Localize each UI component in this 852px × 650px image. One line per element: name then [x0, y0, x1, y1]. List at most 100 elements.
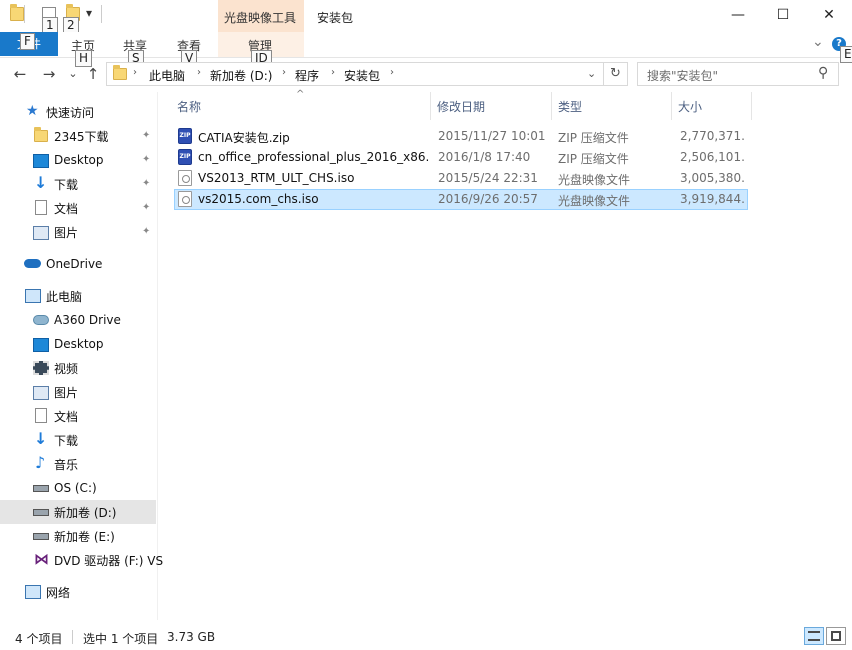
breadcrumb-separator[interactable]: ›: [197, 67, 201, 78]
refresh-button[interactable]: ↻: [604, 62, 628, 86]
nav-desktop[interactable]: Desktop: [0, 332, 156, 356]
address-bar[interactable]: › 此电脑 › 新加卷 (D:) › 程序 › 安装包 › ⌄: [106, 62, 604, 86]
breadcrumb-separator[interactable]: ›: [133, 67, 137, 78]
nav-label: 视频: [54, 361, 79, 376]
nav-drive-e[interactable]: 新加卷 (E:): [0, 524, 156, 548]
item-count: 4 个项目: [15, 632, 63, 646]
nav-label: 2345下载: [54, 129, 109, 144]
nav-label: 下载: [54, 177, 79, 192]
nav-documents[interactable]: 文档: [0, 404, 156, 428]
breadcrumb-drive-d[interactable]: 新加卷 (D:): [210, 67, 272, 84]
breadcrumb-separator[interactable]: ›: [282, 67, 286, 78]
nav-label: 新加卷 (E:): [54, 529, 115, 544]
close-icon: ✕: [823, 7, 835, 23]
up-button[interactable]: ↑: [82, 65, 104, 83]
nav-dvd-f[interactable]: ⋈ DVD 驱动器 (F:) VS: [0, 548, 163, 572]
nav-a360-drive[interactable]: A360 Drive: [0, 308, 156, 332]
large-icons-view-button[interactable]: [826, 627, 846, 645]
nav-desktop-pinned[interactable]: Desktop ✦: [0, 148, 156, 172]
folder-icon: [113, 65, 127, 80]
nav-label: 新加卷 (D:): [54, 505, 117, 520]
nav-drive-d[interactable]: 新加卷 (D:): [0, 500, 156, 524]
nav-label: 图片: [54, 385, 79, 400]
file-type: 光盘映像文件: [558, 194, 631, 208]
minimize-button[interactable]: —: [715, 0, 761, 30]
nav-label: OneDrive: [46, 257, 103, 271]
a360-icon: [33, 315, 49, 325]
pin-icon: ✦: [142, 226, 151, 237]
nav-videos[interactable]: 视频: [0, 356, 156, 380]
download-icon: ↓: [34, 173, 48, 192]
file-type: ZIP 压缩文件: [558, 152, 629, 166]
column-divider[interactable]: [671, 92, 672, 120]
file-name: CATIA安装包.zip: [198, 131, 290, 145]
file-row-selected[interactable]: vs2015.com_chs.iso 2016/9/26 20:57 光盘映像文…: [174, 189, 748, 210]
maximize-button[interactable]: ☐: [760, 0, 806, 30]
collapse-ribbon-icon[interactable]: ⌄: [812, 34, 824, 50]
nav-pictures-pinned[interactable]: 图片 ✦: [0, 220, 156, 244]
computer-icon: [25, 289, 41, 303]
close-button[interactable]: ✕: [806, 0, 852, 30]
pin-icon: ✦: [142, 130, 151, 141]
file-row[interactable]: VS2013_RTM_ULT_CHS.iso 2015/5/24 22:31 光…: [174, 168, 748, 189]
separator: [101, 5, 102, 23]
context-tab-title: 光盘映像工具: [224, 11, 297, 25]
breadcrumb-install-packages[interactable]: 安装包: [344, 67, 380, 84]
column-header-type[interactable]: 类型: [558, 98, 582, 115]
nav-documents-pinned[interactable]: 文档 ✦: [0, 196, 156, 220]
recent-locations-button[interactable]: ⌄: [62, 67, 84, 80]
column-divider[interactable]: [551, 92, 552, 120]
nav-2345-download[interactable]: 2345下载 ✦: [0, 124, 156, 148]
column-header-name[interactable]: 名称: [177, 98, 201, 115]
column-divider[interactable]: [430, 92, 431, 120]
nav-downloads[interactable]: ↓ 下载: [0, 428, 156, 452]
qat-dropdown-icon[interactable]: ▾: [86, 6, 92, 20]
iso-icon: [178, 170, 192, 186]
forward-button[interactable]: →: [38, 65, 60, 83]
nav-pictures[interactable]: 图片: [0, 380, 156, 404]
os-drive-icon: [33, 485, 49, 492]
zip-icon: ZIP: [178, 149, 192, 165]
address-dropdown-icon[interactable]: ⌄: [587, 67, 596, 80]
breadcrumb-programs[interactable]: 程序: [295, 67, 319, 84]
breadcrumb-separator[interactable]: ›: [390, 67, 394, 78]
file-date: 2016/1/8 17:40: [438, 150, 531, 164]
file-row[interactable]: ZIP cn_office_professional_plus_2016_x86…: [174, 147, 748, 168]
back-button[interactable]: ←: [9, 65, 31, 83]
column-header-date[interactable]: 修改日期: [437, 98, 485, 115]
zip-icon: ZIP: [178, 128, 192, 144]
cloud-icon: [24, 259, 41, 268]
file-row[interactable]: ZIP CATIA安装包.zip 2015/11/27 10:01 ZIP 压缩…: [174, 126, 748, 147]
selection-size: 3.73 GB: [167, 630, 216, 644]
search-input[interactable]: 搜索"安装包": [647, 67, 718, 84]
nav-label: 文档: [54, 201, 79, 216]
nav-label: A360 Drive: [54, 313, 121, 327]
file-name: cn_office_professional_plus_2016_x86...: [198, 150, 430, 164]
nav-onedrive[interactable]: OneDrive: [0, 252, 156, 276]
search-icon[interactable]: ⚲: [818, 65, 828, 81]
sort-arrow-icon: ^: [296, 89, 305, 100]
breadcrumb-this-pc[interactable]: 此电脑: [149, 67, 185, 84]
nav-label: 图片: [54, 225, 79, 240]
nav-network[interactable]: 网络: [0, 580, 156, 604]
file-list: ^ 名称 修改日期 类型 大小 ZIP CATIA安装包.zip 2015/11…: [158, 89, 852, 620]
nav-music[interactable]: ♪ 音乐: [0, 452, 156, 476]
iso-icon: [178, 191, 192, 207]
details-view-button[interactable]: [804, 627, 824, 645]
nav-downloads-pinned[interactable]: ↓ 下载 ✦: [0, 172, 156, 196]
nav-label: 网络: [46, 585, 71, 600]
nav-label: 此电脑: [46, 289, 83, 304]
drive-icon: [33, 533, 49, 540]
network-icon: [25, 585, 41, 599]
desktop-icon: [33, 338, 49, 352]
column-divider[interactable]: [751, 92, 752, 120]
nav-this-pc[interactable]: 此电脑: [0, 284, 156, 308]
nav-os-c[interactable]: OS (C:): [0, 476, 156, 500]
search-box[interactable]: 搜索"安装包" ⚲: [637, 62, 839, 86]
file-type: 光盘映像文件: [558, 173, 631, 187]
folder-icon: [34, 127, 48, 142]
address-row: ← → ⌄ ↑ › 此电脑 › 新加卷 (D:) › 程序 › 安装包 › ⌄ …: [0, 58, 852, 92]
column-header-size[interactable]: 大小: [678, 98, 702, 115]
breadcrumb-separator[interactable]: ›: [331, 67, 335, 78]
nav-quick-access[interactable]: ★ 快速访问: [0, 100, 156, 124]
